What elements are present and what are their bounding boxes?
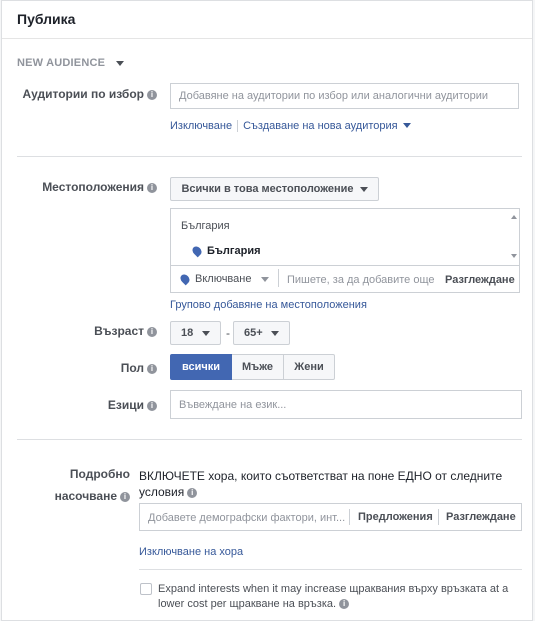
include-separator: [278, 269, 279, 287]
language-input[interactable]: Въвеждане на език...: [170, 390, 522, 419]
scroll-up-icon[interactable]: [511, 215, 517, 219]
audience-panel: Публика NEW AUDIENCE Аудитории по избор i…: [1, 0, 533, 621]
location-search-input[interactable]: Пишете, за да добавите още местоположени…: [287, 274, 435, 286]
browse-locations-button[interactable]: Разглеждане: [445, 274, 515, 286]
gender-selector: всички Мъже Жени: [170, 354, 335, 380]
age-max-dropdown[interactable]: 65+: [233, 321, 290, 345]
caret-down-icon: [202, 330, 210, 336]
exclude-link[interactable]: Изключване: [170, 120, 232, 132]
languages-label-row: Езици i: [2, 398, 157, 412]
detailed-targeting-input[interactable]: Добавете демографски фактори, инт...: [148, 512, 346, 524]
detailed-label-line2: насочване: [54, 489, 117, 503]
new-audience-dropdown[interactable]: NEW AUDIENCE: [17, 57, 125, 69]
new-audience-label: NEW AUDIENCE: [17, 57, 106, 69]
language-placeholder: Въвеждане на език...: [179, 398, 287, 411]
section-divider: [17, 439, 522, 440]
age-min-value: 18: [181, 327, 194, 339]
header-divider: [2, 38, 532, 39]
create-audience-link[interactable]: Създаване на нова аудитория: [243, 120, 398, 132]
detailed-targeting-label: Подробно насочване i: [2, 463, 130, 507]
location-pin-icon: [190, 244, 204, 258]
include-label: Включване: [195, 273, 252, 285]
scroll-down-icon[interactable]: [511, 254, 517, 258]
caret-down-icon: [261, 276, 270, 282]
bulk-locations-link[interactable]: Групово добавяне на местоположения: [170, 299, 367, 311]
custom-audiences-label-row: Аудитории по избор i: [2, 87, 157, 101]
gender-men-button[interactable]: Мъже: [232, 354, 284, 380]
info-icon[interactable]: i: [339, 599, 350, 610]
locations-label-row: Местоположения i: [2, 180, 157, 194]
caret-down-icon: [359, 186, 368, 192]
detailed-label-line1: Подробно: [69, 467, 130, 481]
detailed-description: ВКЛЮЧЕТЕ хора, които съответстват на пон…: [139, 468, 519, 500]
location-type-label: Всички в това местоположение: [181, 183, 354, 195]
location-pin-icon: [178, 272, 192, 286]
gender-all-button[interactable]: всички: [170, 354, 232, 380]
gender-label-row: Пол i: [2, 361, 157, 375]
caret-down-icon: [271, 330, 279, 336]
languages-label: Езици: [107, 398, 144, 412]
panel-title: Публика: [17, 11, 76, 27]
custom-audiences-label: Аудитории по избор: [22, 87, 144, 101]
expand-text-line2: lower cost per щракване на връзка.: [158, 598, 337, 610]
custom-audiences-input[interactable]: Добавяне на аудитории по избор или анало…: [170, 83, 519, 109]
info-icon[interactable]: i: [120, 491, 130, 502]
custom-audiences-links: Изключване Създаване на нова аудитория: [170, 118, 411, 132]
gender-women-button[interactable]: Жени: [284, 354, 335, 380]
info-icon[interactable]: i: [147, 89, 157, 100]
info-icon[interactable]: i: [147, 363, 157, 374]
suggestions-separator: [349, 509, 350, 525]
locations-label: Местоположения: [42, 180, 144, 194]
detailed-targeting-box: Добавете демографски фактори, инт... Пре…: [139, 503, 522, 531]
info-icon[interactable]: i: [187, 487, 198, 498]
info-icon[interactable]: i: [147, 182, 157, 193]
info-icon[interactable]: i: [147, 326, 157, 337]
exclude-people-link[interactable]: Изключване на хора: [139, 546, 243, 558]
locations-box-divider: [171, 265, 519, 266]
expand-interests-checkbox[interactable]: [140, 583, 152, 595]
location-list-header: България: [181, 220, 230, 232]
browse-interests-button[interactable]: Разглеждане: [446, 511, 516, 523]
info-icon[interactable]: i: [147, 400, 157, 411]
section-divider: [17, 156, 522, 157]
age-min-dropdown[interactable]: 18: [170, 321, 221, 345]
age-dash: -: [226, 326, 230, 340]
selected-location-label: България: [207, 245, 261, 257]
custom-audiences-placeholder: Добавяне на аудитории по избор или анало…: [179, 90, 489, 102]
browse-separator: [438, 509, 439, 525]
link-separator: [237, 119, 239, 132]
caret-down-icon: [116, 60, 125, 66]
include-dropdown[interactable]: Включване: [178, 272, 270, 286]
suggestions-button[interactable]: Предложения: [358, 511, 433, 523]
age-label-row: Възраст i: [2, 324, 157, 338]
gender-label: Пол: [120, 361, 144, 375]
expand-text-line1: Expand interests when it may increase щр…: [158, 583, 509, 595]
age-label: Възраст: [94, 324, 144, 338]
locations-box: България България Включване Пишете, за д…: [170, 208, 520, 293]
expand-interests-text: Expand interests when it may increase щр…: [158, 582, 522, 612]
selected-location[interactable]: България: [190, 244, 261, 258]
caret-down-icon[interactable]: [402, 123, 411, 129]
location-type-dropdown[interactable]: Всички в това местоположение: [170, 177, 379, 201]
age-max-value: 65+: [244, 327, 263, 339]
section-divider: [139, 569, 522, 570]
